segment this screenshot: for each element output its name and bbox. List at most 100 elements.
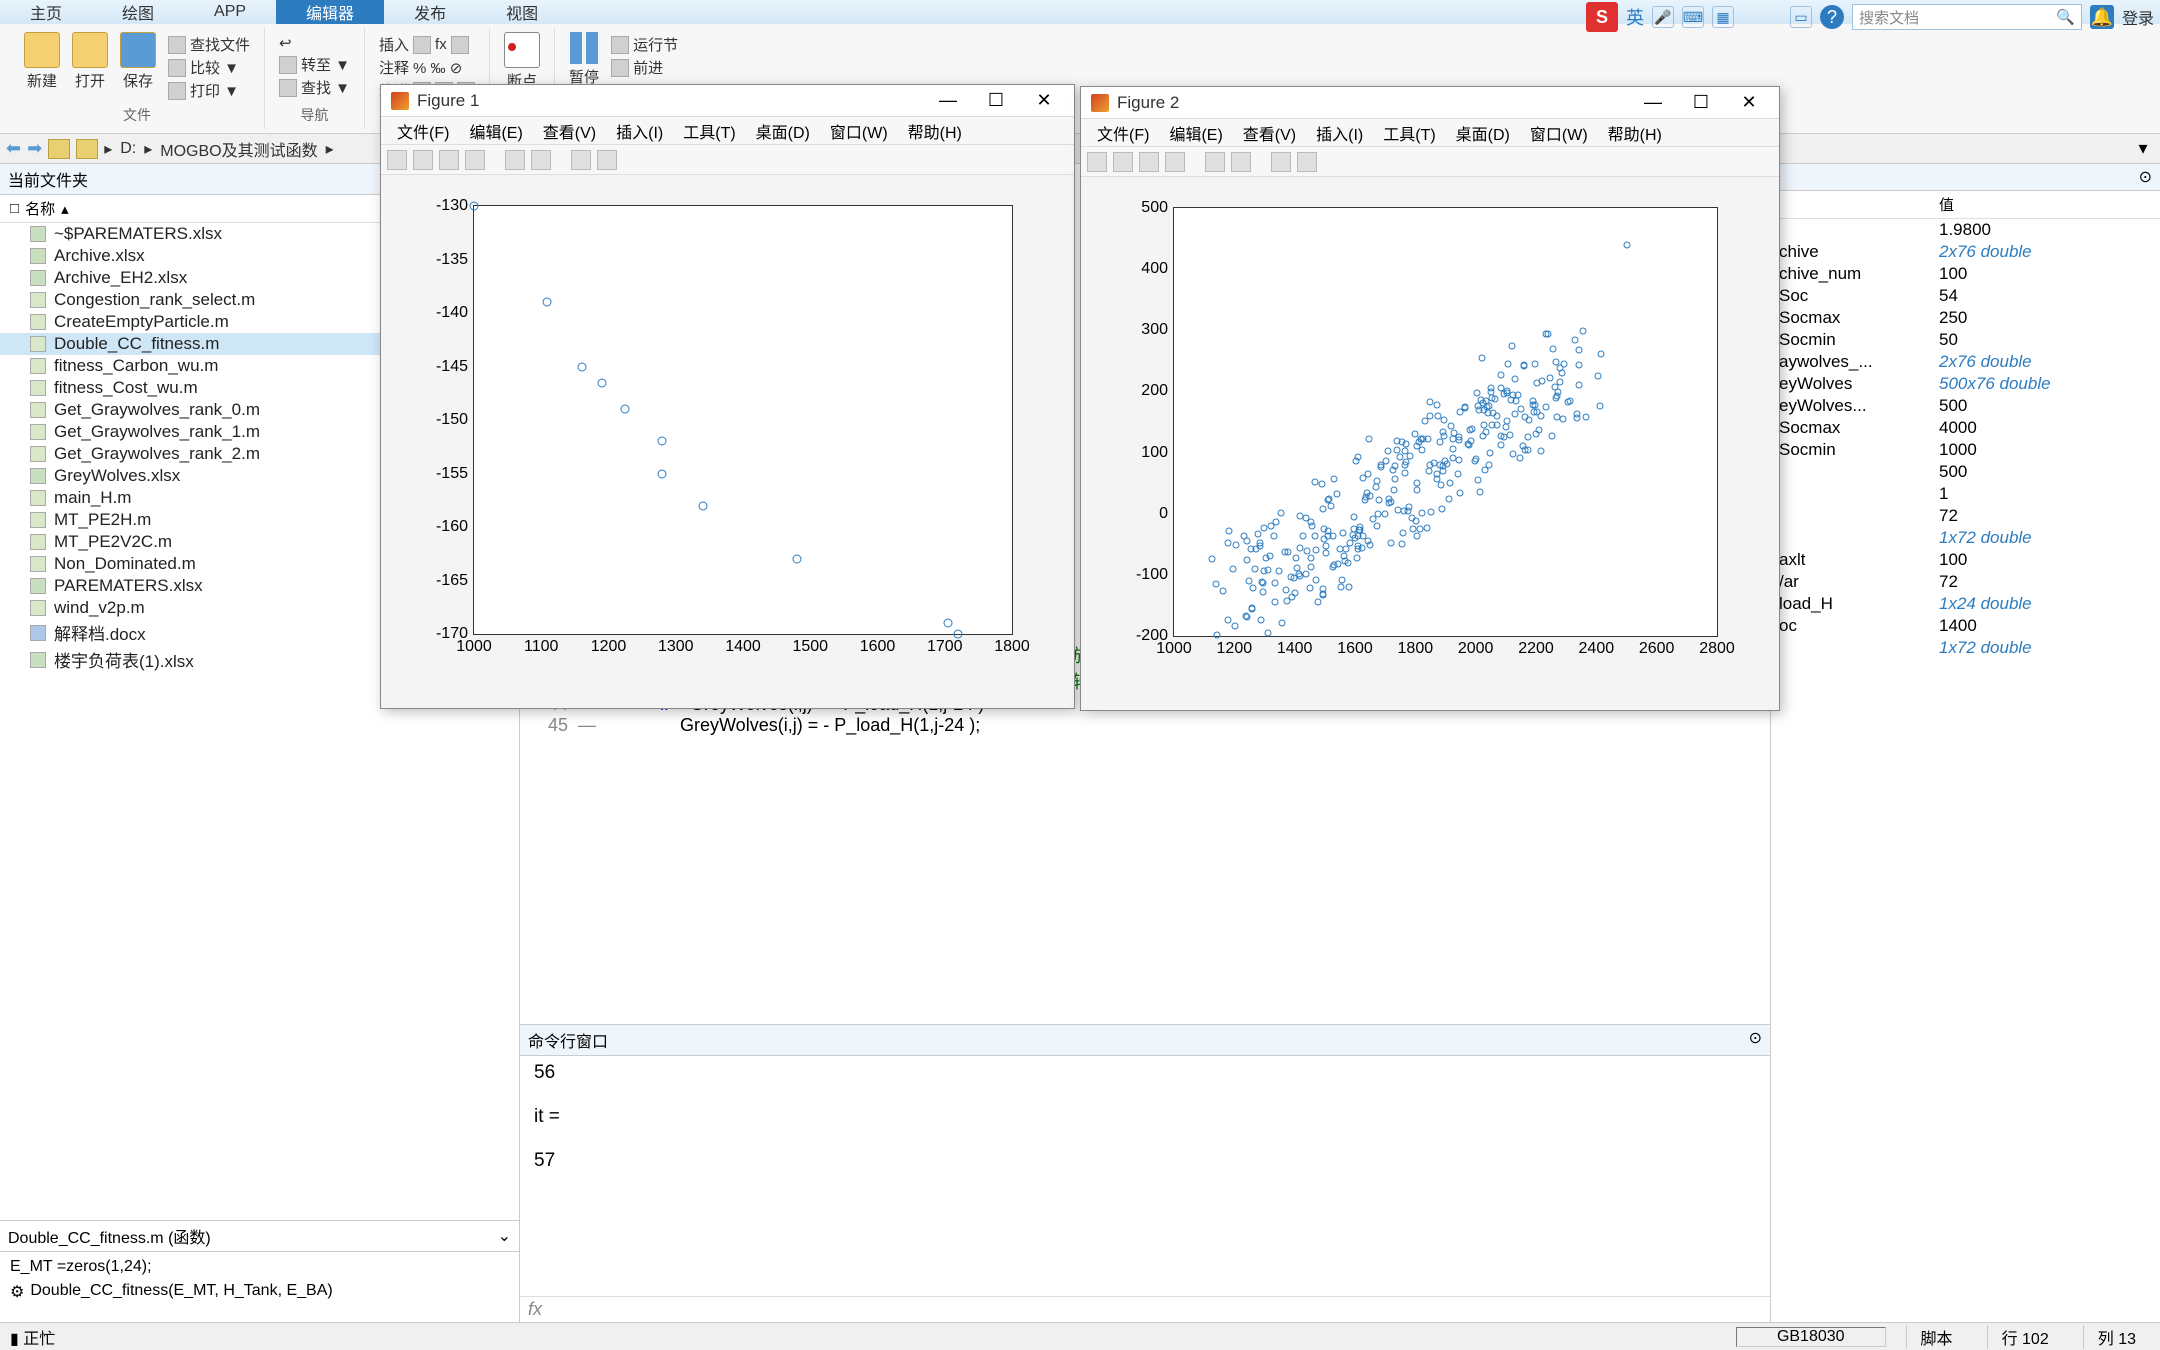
workspace-row[interactable]: chive2x76 double [1771, 241, 2160, 263]
figure-menu-item[interactable]: 编辑(E) [459, 119, 532, 143]
workspace-row[interactable]: chive_num100 [1771, 263, 2160, 285]
open-button[interactable]: 打开 [72, 32, 108, 91]
save-icon[interactable] [1139, 152, 1159, 172]
advance-button[interactable]: 前进 [611, 57, 678, 78]
new-figure-icon[interactable] [387, 150, 407, 170]
figure-menu-item[interactable]: 窗口(W) [820, 119, 898, 143]
workspace-row[interactable]: oc1400 [1771, 615, 2160, 637]
open-icon[interactable] [413, 150, 433, 170]
figure-menu-item[interactable]: 文件(F) [1087, 121, 1159, 145]
save-button[interactable]: 保存 [120, 32, 156, 91]
workspace-row[interactable]: axlt100 [1771, 549, 2160, 571]
figure-2-plot[interactable]: 5004003002001000-100-2001000120014001600… [1081, 177, 1779, 710]
find-button[interactable]: 查找 ▼ [279, 77, 350, 98]
minimize-button[interactable]: — [928, 90, 968, 111]
goto-button[interactable]: 转至 ▼ [279, 54, 350, 75]
workspace-row[interactable]: Socmin1000 [1771, 439, 2160, 461]
print-button[interactable]: 打印 ▼ [168, 80, 250, 101]
workspace-row[interactable]: 72 [1771, 505, 2160, 527]
workspace-row[interactable]: eyWolves...500 [1771, 395, 2160, 417]
workspace-row[interactable]: 1x72 double [1771, 527, 2160, 549]
figure-menu-item[interactable]: 窗口(W) [1520, 121, 1598, 145]
status-encoding[interactable]: GB18030 [1736, 1327, 1886, 1347]
pointer-icon[interactable] [571, 150, 591, 170]
folder-icon[interactable] [48, 139, 70, 159]
workspace-row[interactable]: eyWolves500x76 double [1771, 373, 2160, 395]
figure-menu-item[interactable]: 帮助(H) [898, 119, 972, 143]
link-icon[interactable] [1205, 152, 1225, 172]
ime-sogou-icon[interactable]: S [1586, 2, 1618, 32]
figure-1-plot[interactable]: -130-135-140-145-150-155-160-165-1701000… [381, 175, 1074, 708]
print-icon[interactable] [465, 150, 485, 170]
figure-menu-item[interactable]: 编辑(E) [1159, 121, 1232, 145]
figure-menu-item[interactable]: 工具(T) [673, 119, 745, 143]
close-button[interactable]: ✕ [1024, 90, 1064, 111]
dock-icon[interactable]: ⊙ [2139, 167, 2152, 187]
figure-menu-item[interactable]: 插入(I) [606, 119, 673, 143]
close-button[interactable]: ✕ [1729, 92, 1769, 113]
workspace-row[interactable]: 500 [1771, 461, 2160, 483]
figure-1-titlebar[interactable]: Figure 1 — ☐ ✕ [381, 85, 1074, 117]
breakpoints-button[interactable]: 断点 [504, 32, 540, 91]
compare-button[interactable]: 比较 ▼ [168, 57, 250, 78]
link-icon[interactable] [505, 150, 525, 170]
new-button[interactable]: 新建 [24, 32, 60, 91]
ime-grid-icon[interactable]: ▦ [1712, 6, 1734, 28]
tab-publish[interactable]: 发布 [384, 0, 476, 24]
nav-back-icon[interactable]: ⬅ [6, 138, 21, 159]
dock-icon[interactable]: ⊙ [1749, 1028, 1762, 1052]
folder-up-icon[interactable] [76, 139, 98, 159]
comment-button[interactable]: 注释 % ‰ ⊘ [379, 57, 475, 78]
workspace-row[interactable]: Socmax250 [1771, 307, 2160, 329]
notification-icon[interactable]: 🔔 [2090, 5, 2114, 29]
open-icon[interactable] [1113, 152, 1133, 172]
figure-menu-item[interactable]: 查看(V) [533, 119, 606, 143]
insert-legend-icon[interactable] [1297, 152, 1317, 172]
fx-prompt[interactable]: fx [520, 1296, 1770, 1322]
workspace-row[interactable]: 1.9800 [1771, 219, 2160, 241]
insert-button[interactable]: 插入 fx [379, 34, 475, 55]
brush-icon[interactable] [531, 150, 551, 170]
workspace-row[interactable]: 1x72 double [1771, 637, 2160, 659]
maximize-button[interactable]: ☐ [1681, 92, 1721, 113]
command-window[interactable]: 56 it = 57 [520, 1056, 1770, 1296]
save-icon[interactable] [439, 150, 459, 170]
col-value[interactable]: 值 [1931, 191, 1962, 218]
minimize-button[interactable]: — [1633, 92, 1673, 113]
doc-search-input[interactable]: 搜索文档 🔍 [1852, 4, 2082, 30]
help-icon[interactable]: ? [1820, 5, 1844, 29]
ime-voice-icon[interactable]: 🎤 [1652, 6, 1674, 28]
nav-fwd-icon[interactable]: ➡ [27, 138, 42, 159]
figure-menu-item[interactable]: 插入(I) [1306, 121, 1373, 145]
workspace-row[interactable]: /ar72 [1771, 571, 2160, 593]
pointer-icon[interactable] [1271, 152, 1291, 172]
figure-menu-item[interactable]: 查看(V) [1233, 121, 1306, 145]
workspace-row[interactable]: load_H1x24 double [1771, 593, 2160, 615]
insert-legend-icon[interactable] [597, 150, 617, 170]
workspace-row[interactable]: Soc54 [1771, 285, 2160, 307]
workspace-row[interactable]: aywolves_...2x76 double [1771, 351, 2160, 373]
tab-editor[interactable]: 编辑器 [276, 0, 384, 24]
breadcrumb[interactable]: ▸ D: ▸ MOGBO及其测试函数 ▸ [104, 137, 333, 161]
tab-plot[interactable]: 绘图 [92, 0, 184, 24]
tab-app[interactable]: APP [184, 0, 276, 24]
nav-back-button[interactable]: ↩ [279, 34, 350, 52]
login-link[interactable]: 登录 [2122, 5, 2154, 29]
print-icon[interactable] [1165, 152, 1185, 172]
tab-view[interactable]: 视图 [476, 0, 568, 24]
figure-menu-item[interactable]: 工具(T) [1373, 121, 1445, 145]
figure-menu-item[interactable]: 桌面(D) [1446, 121, 1520, 145]
pause-button[interactable]: 暂停 [569, 32, 599, 87]
figure-menu-item[interactable]: 桌面(D) [746, 119, 820, 143]
figure-menu-item[interactable]: 文件(F) [387, 119, 459, 143]
figure-menu-item[interactable]: 帮助(H) [1598, 121, 1672, 145]
workspace-row[interactable]: 1 [1771, 483, 2160, 505]
detail-header[interactable]: Double_CC_fitness.m (函数)⌄ [0, 1220, 519, 1252]
ime-keyboard-icon[interactable]: ⌨ [1682, 6, 1704, 28]
find-files-button[interactable]: 查找文件 [168, 34, 250, 55]
ime-language[interactable]: 英 [1626, 4, 1644, 30]
brush-icon[interactable] [1231, 152, 1251, 172]
maximize-button[interactable]: ☐ [976, 90, 1016, 111]
new-figure-icon[interactable] [1087, 152, 1107, 172]
run-section-button[interactable]: 运行节 [611, 34, 678, 55]
